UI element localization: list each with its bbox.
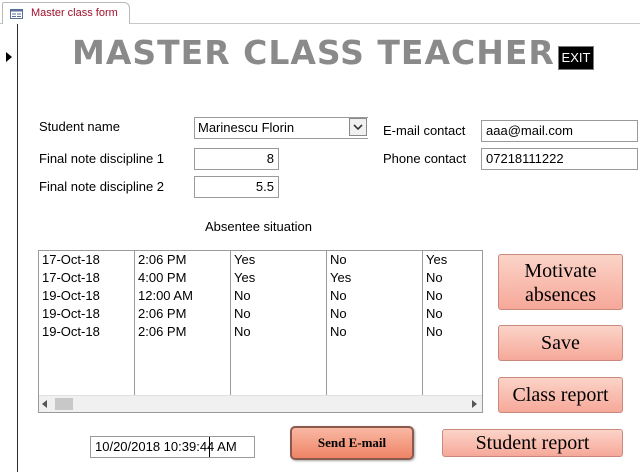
list-cell: No: [330, 306, 347, 321]
list-cell: No: [234, 324, 251, 339]
motivate-absences-button[interactable]: Motivate absences: [498, 254, 623, 310]
list-cell: Yes: [234, 252, 256, 267]
list-cell: Yes: [426, 252, 448, 267]
text-caret: [209, 437, 210, 457]
email-input[interactable]: aaa@mail.com: [481, 120, 638, 142]
tab-master-class-form[interactable]: Master class form: [2, 2, 130, 24]
send-email-button[interactable]: Send E-mail: [290, 426, 414, 460]
final-note-1-input[interactable]: 8: [194, 148, 279, 170]
list-cell: No: [426, 288, 443, 303]
list-cell: No: [330, 288, 347, 303]
final-note-2-input[interactable]: 5.5: [194, 176, 279, 198]
datetime-field[interactable]: 10/20/2018 10:39:44 AM: [90, 436, 255, 458]
horizontal-scrollbar[interactable]: [39, 395, 482, 412]
list-cell: 17-Oct-18: [42, 252, 100, 267]
tab-label: Master class form: [31, 7, 118, 19]
current-record-arrow-icon: [6, 52, 12, 62]
list-cell: No: [426, 270, 443, 285]
scroll-left-icon[interactable]: [42, 400, 47, 408]
list-cell: 2:06 PM: [138, 252, 187, 267]
student-name-value[interactable]: Marinescu Florin: [194, 117, 368, 139]
list-cell: Yes: [234, 270, 256, 285]
list-cell: No: [426, 306, 443, 321]
class-report-button[interactable]: Class report: [498, 377, 623, 413]
student-name-combo[interactable]: Marinescu Florin: [194, 117, 368, 139]
list-cell: 19-Oct-18: [42, 306, 100, 321]
list-cell: 19-Oct-18: [42, 288, 100, 303]
final-note-1-label: Final note discipline 1: [39, 151, 165, 166]
list-cell: 19-Oct-18: [42, 324, 100, 339]
email-label: E-mail contact: [383, 123, 466, 138]
column-divider: [326, 251, 327, 395]
record-selector[interactable]: [0, 24, 18, 472]
scroll-thumb[interactable]: [55, 398, 73, 410]
combo-dropdown-button[interactable]: [349, 118, 367, 136]
exit-button[interactable]: EXIT: [558, 46, 594, 70]
column-divider: [230, 251, 231, 395]
phone-label: Phone contact: [383, 151, 467, 166]
list-cell: No: [330, 252, 347, 267]
list-cell: 4:00 PM: [138, 270, 187, 285]
absentee-label: Absentee situation: [205, 219, 312, 234]
column-divider: [422, 251, 423, 395]
scroll-right-icon[interactable]: [472, 400, 477, 408]
student-name-label: Student name: [39, 119, 120, 134]
motivate-line-2: absences: [524, 284, 597, 306]
list-cell: 17-Oct-18: [42, 270, 100, 285]
list-cell: No: [330, 324, 347, 339]
student-report-button[interactable]: Student report: [442, 429, 623, 457]
list-cell: 2:06 PM: [138, 324, 187, 339]
phone-input[interactable]: 07218111222: [481, 148, 638, 170]
absentee-list[interactable]: 17-Oct-18 2:06 PM Yes No Yes 17-Oct-18 4:00 PM…: [38, 250, 483, 413]
list-cell: Yes: [330, 270, 352, 285]
list-cell: 12:00 AM: [138, 288, 193, 303]
page-title: MASTER CLASS TEACHER: [72, 33, 555, 72]
list-cell: No: [234, 306, 251, 321]
chevron-down-icon: [353, 124, 363, 131]
list-cell: No: [234, 288, 251, 303]
save-button[interactable]: Save: [498, 325, 623, 361]
column-divider: [134, 251, 135, 395]
motivate-line-1: Motivate: [524, 260, 597, 282]
list-cell: 2:06 PM: [138, 306, 187, 321]
final-note-2-label: Final note discipline 2: [39, 179, 165, 194]
list-cell: No: [426, 324, 443, 339]
form-icon: [10, 9, 23, 19]
